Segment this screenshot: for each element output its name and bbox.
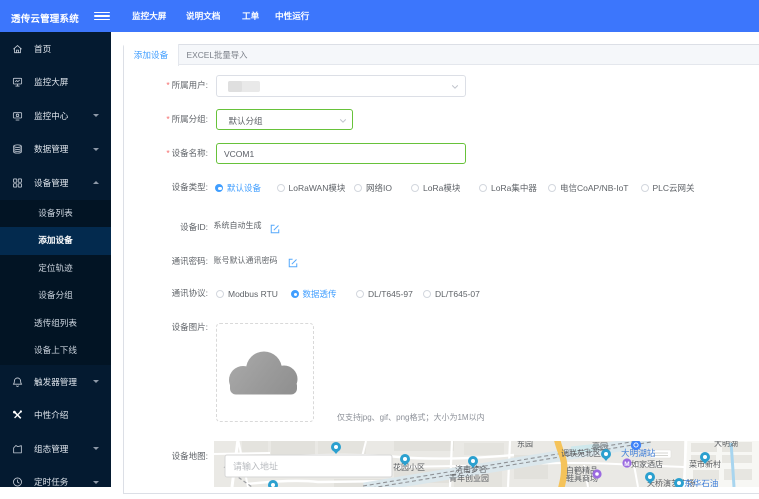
svg-text:如家酒店: 如家酒店 (631, 459, 663, 469)
svg-text:东华石油: 东华石油 (684, 478, 718, 488)
svg-text:东园: 东园 (517, 441, 533, 449)
svg-text:大明湖: 大明湖 (714, 441, 738, 448)
svg-text:请输入地址: 请输入地址 (233, 461, 278, 472)
svg-text:青年创业园: 青年创业园 (449, 473, 489, 483)
svg-text:花园小区: 花园小区 (393, 462, 425, 472)
svg-text:M: M (624, 461, 629, 468)
